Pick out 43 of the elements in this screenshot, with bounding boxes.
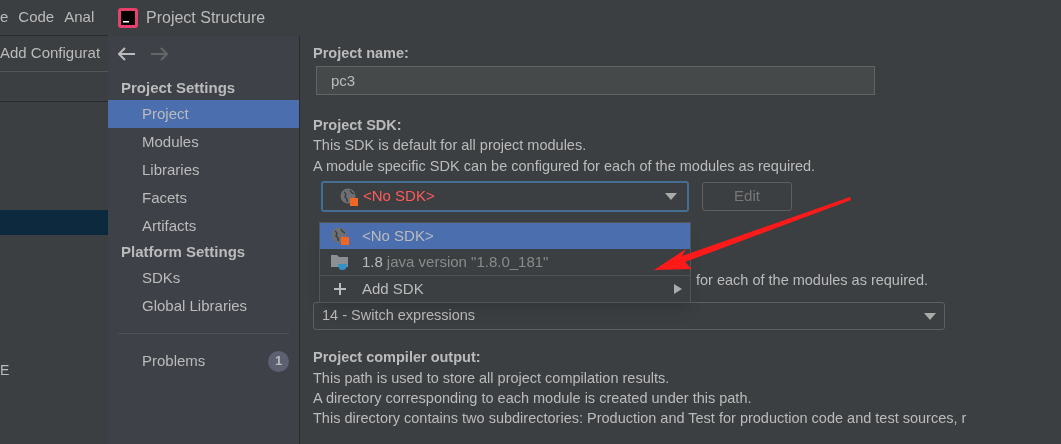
description-text: A module specific SDK can be configured for each of the modules as required. — [313, 157, 817, 176]
sidebar-item[interactable]: Global Libraries — [108, 292, 299, 320]
menu-item[interactable]: e — [0, 6, 9, 29]
sidebar-item[interactable]: Artifacts — [108, 212, 299, 240]
description-text: This directory contains two subdirectories: Production and Test for production code and test sources, r — [313, 409, 967, 428]
sidebar-item[interactable]: SDKs — [108, 264, 299, 292]
field-label: Project name: — [313, 44, 410, 63]
dropdown-arrow-icon — [665, 193, 677, 200]
menu-item[interactable]: Code — [18, 6, 55, 29]
menu-item[interactable]: Anal — [64, 6, 95, 29]
description-text: A directory corresponding to each module is created under this path. — [313, 389, 752, 408]
description-text: for each of the modules as required. — [696, 271, 929, 290]
section-heading: Project SDK: — [313, 116, 403, 135]
sidebar-item[interactable]: Modules — [108, 128, 299, 156]
back-arrow-icon[interactable] — [118, 47, 136, 61]
sdk-combo-box[interactable]: <No SDK> — [321, 181, 689, 212]
folder-icon — [330, 253, 350, 271]
window-title: Project Structure — [146, 8, 266, 28]
dropdown-item[interactable]: Add SDK — [320, 276, 690, 302]
sidebar-item[interactable]: Libraries — [108, 156, 299, 184]
sidebar-item[interactable]: Problems — [142, 349, 206, 373]
submenu-arrow-icon — [674, 284, 682, 294]
sdk-value: <No SDK> — [363, 186, 435, 207]
sidebar-item[interactable]: Facets — [108, 184, 299, 212]
dropdown-arrow-icon — [924, 312, 936, 320]
globe-icon — [339, 186, 359, 207]
side-text: E — [0, 361, 10, 380]
sidebar-heading: Project Settings — [120, 78, 237, 98]
combo-value: 14 - Switch expressions — [322, 306, 476, 326]
dropdown-item-detail: java version "1.8.0_181" — [386, 251, 549, 272]
project-name-field[interactable]: pc3 — [316, 66, 875, 95]
description-text: This path is used to store all project compilation results. — [313, 369, 670, 388]
section-heading: Project compiler output: — [313, 348, 482, 367]
description-text: This SDK is default for all project modules. — [313, 136, 588, 155]
dropdown-item-label: <No SDK> — [362, 225, 434, 246]
globe-icon — [330, 226, 350, 246]
app-logo-icon — [118, 8, 138, 28]
sidebar-heading: Platform Settings — [120, 242, 247, 262]
dropdown-item[interactable]: 1.8 java version "1.8.0_181" — [320, 249, 690, 275]
dropdown-item-label: 1.8 — [362, 251, 383, 272]
count-badge: 1 — [268, 350, 289, 372]
toolbar-label[interactable]: Add Configurat — [0, 42, 101, 65]
dropdown-item-label: Add SDK — [362, 278, 424, 299]
